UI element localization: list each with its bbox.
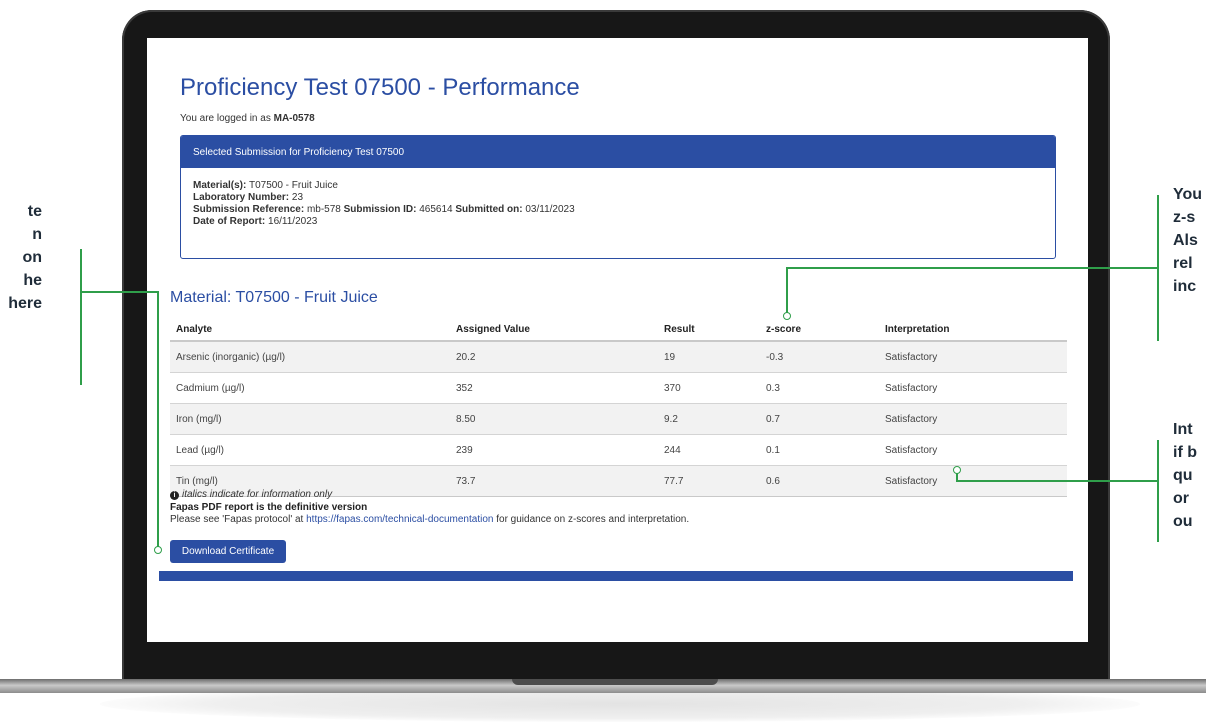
table-cell: 0.7 xyxy=(760,403,879,435)
callout-dot xyxy=(783,312,791,320)
column-header: z-score xyxy=(760,318,879,342)
results-table: Analyte Assigned Value Result z-score In… xyxy=(170,318,1067,497)
username: MA-0578 xyxy=(273,113,315,124)
callout-line: Als xyxy=(1173,232,1198,249)
submitted-on-value: 03/11/2023 xyxy=(525,204,575,215)
report-date-label: Date of Report: xyxy=(193,216,266,227)
material-value: T07500 - Fruit Juice xyxy=(248,180,338,191)
callout-line: inc xyxy=(1173,278,1197,295)
table-cell: 8.50 xyxy=(450,403,658,435)
submission-ref-value: mb-578 xyxy=(306,204,341,215)
submission-panel-body: Material(s): T07500 - Fruit Juice Labora… xyxy=(181,168,1055,240)
column-header: Analyte xyxy=(170,318,450,342)
lab-number-label: Laboratory Number: xyxy=(193,192,290,203)
page-title: Proficiency Test 07500 - Performance xyxy=(180,74,580,101)
italics-note: italics indicate for information only xyxy=(182,489,333,500)
table-cell: 352 xyxy=(450,372,658,404)
table-cell: 370 xyxy=(658,372,760,404)
lab-number-row: Laboratory Number: 23 xyxy=(193,192,1043,204)
callout-bracket xyxy=(80,249,82,385)
technical-documentation-link[interactable]: https://fapas.com/technical-documentatio… xyxy=(306,514,493,525)
table-row: Iron (mg/l) 8.50 9.2 0.7 Satisfactory xyxy=(170,403,1067,435)
laptop-notch xyxy=(512,679,718,685)
column-header: Assigned Value xyxy=(450,318,658,342)
download-certificate-button[interactable]: Download Certificate xyxy=(170,540,286,563)
report-date-value: 16/11/2023 xyxy=(268,216,318,227)
callout-line: n xyxy=(32,226,42,243)
callout-line: te xyxy=(27,203,42,220)
callout-connector xyxy=(157,291,159,548)
column-header: Result xyxy=(658,318,760,342)
callout-connector xyxy=(80,291,158,293)
callout-line: z-s xyxy=(1173,209,1196,226)
submission-id-label: Submission ID: xyxy=(343,204,417,215)
info-icon: i xyxy=(170,491,179,500)
callout-line: You xyxy=(1173,186,1203,203)
material-row: Material(s): T07500 - Fruit Juice xyxy=(193,180,1043,192)
callout-right-top-text: You z-s Als rel inc xyxy=(1173,183,1202,298)
report-date-row: Date of Report: 16/11/2023 xyxy=(193,216,1043,228)
table-row: Arsenic (inorganic) (µg/l) 20.2 19 -0.3 … xyxy=(170,340,1067,373)
table-cell: Cadmium (µg/l) xyxy=(170,372,450,404)
login-status: You are logged in as MA-0578 xyxy=(180,113,315,124)
callout-dot xyxy=(154,546,162,554)
callout-line: on xyxy=(22,249,42,266)
callout-line: Int xyxy=(1173,421,1193,438)
column-header: Interpretation xyxy=(879,318,1067,342)
results-header-row: Analyte Assigned Value Result z-score In… xyxy=(170,318,1067,342)
table-cell: Satisfactory xyxy=(879,340,1067,373)
submission-panel-header: Selected Submission for Proficiency Test… xyxy=(181,136,1055,168)
table-cell: 239 xyxy=(450,434,658,466)
guidance-note: Please see 'Fapas protocol' at https://f… xyxy=(170,514,689,527)
callout-connector xyxy=(786,267,1158,269)
callout-line: qu xyxy=(1173,467,1193,484)
table-row: Lead (µg/l) 239 244 0.1 Satisfactory xyxy=(170,434,1067,466)
footer-bar xyxy=(159,571,1073,581)
callout-line: or xyxy=(1173,490,1189,507)
material-label: Material(s): xyxy=(193,180,247,191)
table-cell: -0.3 xyxy=(760,340,879,373)
callout-line: here xyxy=(8,295,42,312)
submission-ref-label: Submission Reference: xyxy=(193,204,305,215)
table-cell: 19 xyxy=(658,340,760,373)
table-cell: Satisfactory xyxy=(879,403,1067,435)
lab-number-value: 23 xyxy=(291,192,304,203)
callout-right-bottom-text: Int if b qu or ou xyxy=(1173,418,1197,533)
submitted-on-label: Submitted on: xyxy=(455,204,523,215)
table-cell: 244 xyxy=(658,434,760,466)
definitive-version-note: Fapas PDF report is the definitive versi… xyxy=(170,501,368,513)
callout-bracket xyxy=(1157,440,1159,542)
callout-connector xyxy=(956,480,1158,482)
table-cell: Lead (µg/l) xyxy=(170,434,450,466)
callout-line: he xyxy=(23,272,42,289)
table-cell: Arsenic (inorganic) (µg/l) xyxy=(170,340,450,373)
italics-note-line: i italics indicate for information only xyxy=(170,489,689,502)
callout-line: rel xyxy=(1173,255,1193,272)
callout-line: ou xyxy=(1173,513,1193,530)
table-cell: Satisfactory xyxy=(879,434,1067,466)
table-cell: Iron (mg/l) xyxy=(170,403,450,435)
table-row: Cadmium (µg/l) 352 370 0.3 Satisfactory xyxy=(170,372,1067,404)
table-cell: 0.1 xyxy=(760,434,879,466)
callout-connector xyxy=(786,267,788,314)
callout-left-text: te n on he here xyxy=(8,200,42,315)
submission-ref-row: Submission Reference: mb-578 Submission … xyxy=(193,204,1043,216)
login-prefix: You are logged in as xyxy=(180,113,271,124)
table-cell: 0.6 xyxy=(760,465,879,497)
table-cell: 0.3 xyxy=(760,372,879,404)
guidance-prefix: Please see 'Fapas protocol' at xyxy=(170,514,307,525)
callout-line: if b xyxy=(1173,444,1197,461)
guidance-suffix: for guidance on z-scores and interpretat… xyxy=(493,514,690,525)
callout-dot xyxy=(953,466,961,474)
notes: i italics indicate for information only F… xyxy=(170,489,689,527)
table-cell: 9.2 xyxy=(658,403,760,435)
material-title: Material: T07500 - Fruit Juice xyxy=(170,289,378,306)
submission-panel: Selected Submission for Proficiency Test… xyxy=(180,135,1056,259)
table-cell: 20.2 xyxy=(450,340,658,373)
submission-id-value: 465614 xyxy=(419,204,453,215)
table-cell: Satisfactory xyxy=(879,372,1067,404)
